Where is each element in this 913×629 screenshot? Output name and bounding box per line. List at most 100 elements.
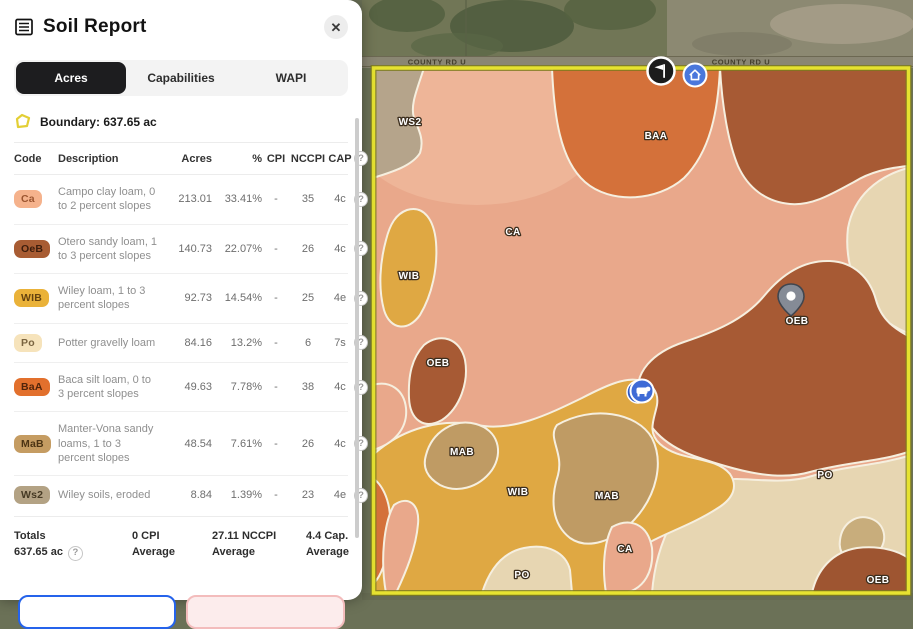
soil-region-label: WIB [399,271,420,282]
column-nccpi: NCCPI [290,153,326,165]
nccpi-average-value: 27.11 NCCPI [212,529,306,545]
soil-acres: 213.01 [164,193,212,205]
soil-percent: 1.39% [214,489,262,501]
building-marker[interactable] [684,64,707,87]
table-row: WIB Wiley loam, 1 to 3 percent slopes 92… [14,273,348,323]
pin-region-label: OEB [786,316,809,327]
soil-region-label: CA [505,227,520,238]
table-header: Code Description Acres % CPI NCCPI CAP ? [14,142,348,175]
cap-average-label: Average [306,545,349,561]
report-icon [14,17,34,37]
soil-percent: 7.78% [214,381,262,393]
soil-acres: 84.16 [164,337,212,349]
soil-acres: 49.63 [164,381,212,393]
table-row: MaB Manter-Vona sandy loams, 1 to 3 perc… [14,411,348,475]
flag-marker[interactable] [648,58,675,85]
soil-region-label: OEB [427,358,450,369]
soil-code-badge: Ws2 [14,486,50,504]
tab-capabilities[interactable]: Capabilities [126,62,236,94]
soil-cap: 7s [328,337,352,349]
close-button[interactable]: ✕ [324,15,348,39]
soil-description: Wiley loam, 1 to 3 percent slopes [58,284,162,313]
soil-cap: 4e [328,292,352,304]
primary-action-button[interactable] [18,595,176,629]
soil-description: Otero sandy loam, 1 to 3 percent slopes [58,235,162,264]
soil-description: Wiley soils, eroded [58,488,162,502]
soil-cap: 4c [328,243,352,255]
soil-code-badge: BaA [14,378,50,396]
soil-nccpi: 26 [290,438,326,450]
cpi-average-value: 0 CPI [132,529,212,545]
soil-percent: 14.54% [214,292,262,304]
soil-acres: 48.54 [164,438,212,450]
close-icon: ✕ [331,21,342,34]
soil-description: Potter gravelly loam [58,336,162,350]
table-row: Po Potter gravelly loam 84.16 13.2% - 6 … [14,323,348,362]
cap-average-value: 4.4 Cap. [306,529,349,545]
soil-table: Ca Campo clay loam, 0 to 2 percent slope… [14,175,348,514]
soil-cpi: - [264,243,288,255]
soil-description: Manter-Vona sandy loams, 1 to 3 percent … [58,422,162,465]
livestock-marker[interactable] [627,380,654,404]
column-code: Code [14,153,56,165]
soil-cpi: - [264,193,288,205]
map-canvas[interactable]: COUNTY RD U COUNTY RD U [362,0,913,600]
soil-cap: 4c [328,193,352,205]
soil-region-label: PO [817,470,832,481]
panel-scrollbar[interactable] [355,118,359,538]
soil-cpi: - [264,438,288,450]
column-description: Description [58,153,162,165]
totals-label: Totals [14,529,132,545]
boundary-polygon-icon [14,113,32,130]
soil-nccpi: 35 [290,193,326,205]
soil-nccpi: 23 [290,489,326,501]
soil-cap: 4e [328,489,352,501]
column-pct: % [214,153,262,165]
soil-nccpi: 6 [290,337,326,349]
soil-code-badge: MaB [14,435,51,453]
soil-cpi: - [264,337,288,349]
table-row: Ws2 Wiley soils, eroded 8.84 1.39% - 23 … [14,475,348,514]
table-row: BaA Baca silt loam, 0 to 3 percent slope… [14,362,348,412]
column-acres: Acres [164,153,212,165]
soil-polygon-layer: WS2 BAA CA WIB OEB MAB WIB MAB CA PO PO … [362,55,909,593]
totals-row: Totals 637.65 ac ? 0 CPI Average 27.11 N… [14,516,348,561]
soil-code-badge: Ca [14,190,42,208]
soil-cap: 4c [328,381,352,393]
soil-nccpi: 38 [290,381,326,393]
tab-wapi[interactable]: WAPI [236,62,346,94]
totals-help-icon[interactable]: ? [68,546,83,561]
soil-cpi: - [264,381,288,393]
soil-code-badge: WIB [14,289,49,307]
soil-region-label: BAA [645,131,668,142]
soil-region-label: WIB [508,487,529,498]
soil-region-label: MAB [450,447,474,458]
soil-percent: 22.07% [214,243,262,255]
page-title: Soil Report [43,16,324,38]
soil-percent: 33.41% [214,193,262,205]
soil-region-label: MAB [595,491,619,502]
soil-region-label: CA [617,544,632,555]
table-row: OeB Otero sandy loam, 1 to 3 percent slo… [14,224,348,274]
nccpi-average-label: Average [212,545,306,561]
soil-acres: 140.73 [164,243,212,255]
soil-cap: 4c [328,438,352,450]
pin-dot [786,291,795,300]
tab-acres[interactable]: Acres [16,62,126,94]
soil-cpi: - [264,292,288,304]
secondary-action-button[interactable] [186,595,345,629]
soil-region-label: OEB [867,575,890,586]
soil-description: Campo clay loam, 0 to 2 percent slopes [58,185,162,214]
table-row: Ca Campo clay loam, 0 to 2 percent slope… [14,175,348,224]
tab-bar: Acres Capabilities WAPI [14,60,348,96]
cpi-average-label: Average [132,545,212,561]
soil-code-badge: OeB [14,240,50,258]
soil-nccpi: 26 [290,243,326,255]
soil-percent: 13.2% [214,337,262,349]
soil-code-badge: Po [14,334,42,352]
soil-percent: 7.61% [214,438,262,450]
soil-acres: 8.84 [164,489,212,501]
soil-region-label: WS2 [399,117,422,128]
soil-acres: 92.73 [164,292,212,304]
column-cpi: CPI [264,153,288,165]
